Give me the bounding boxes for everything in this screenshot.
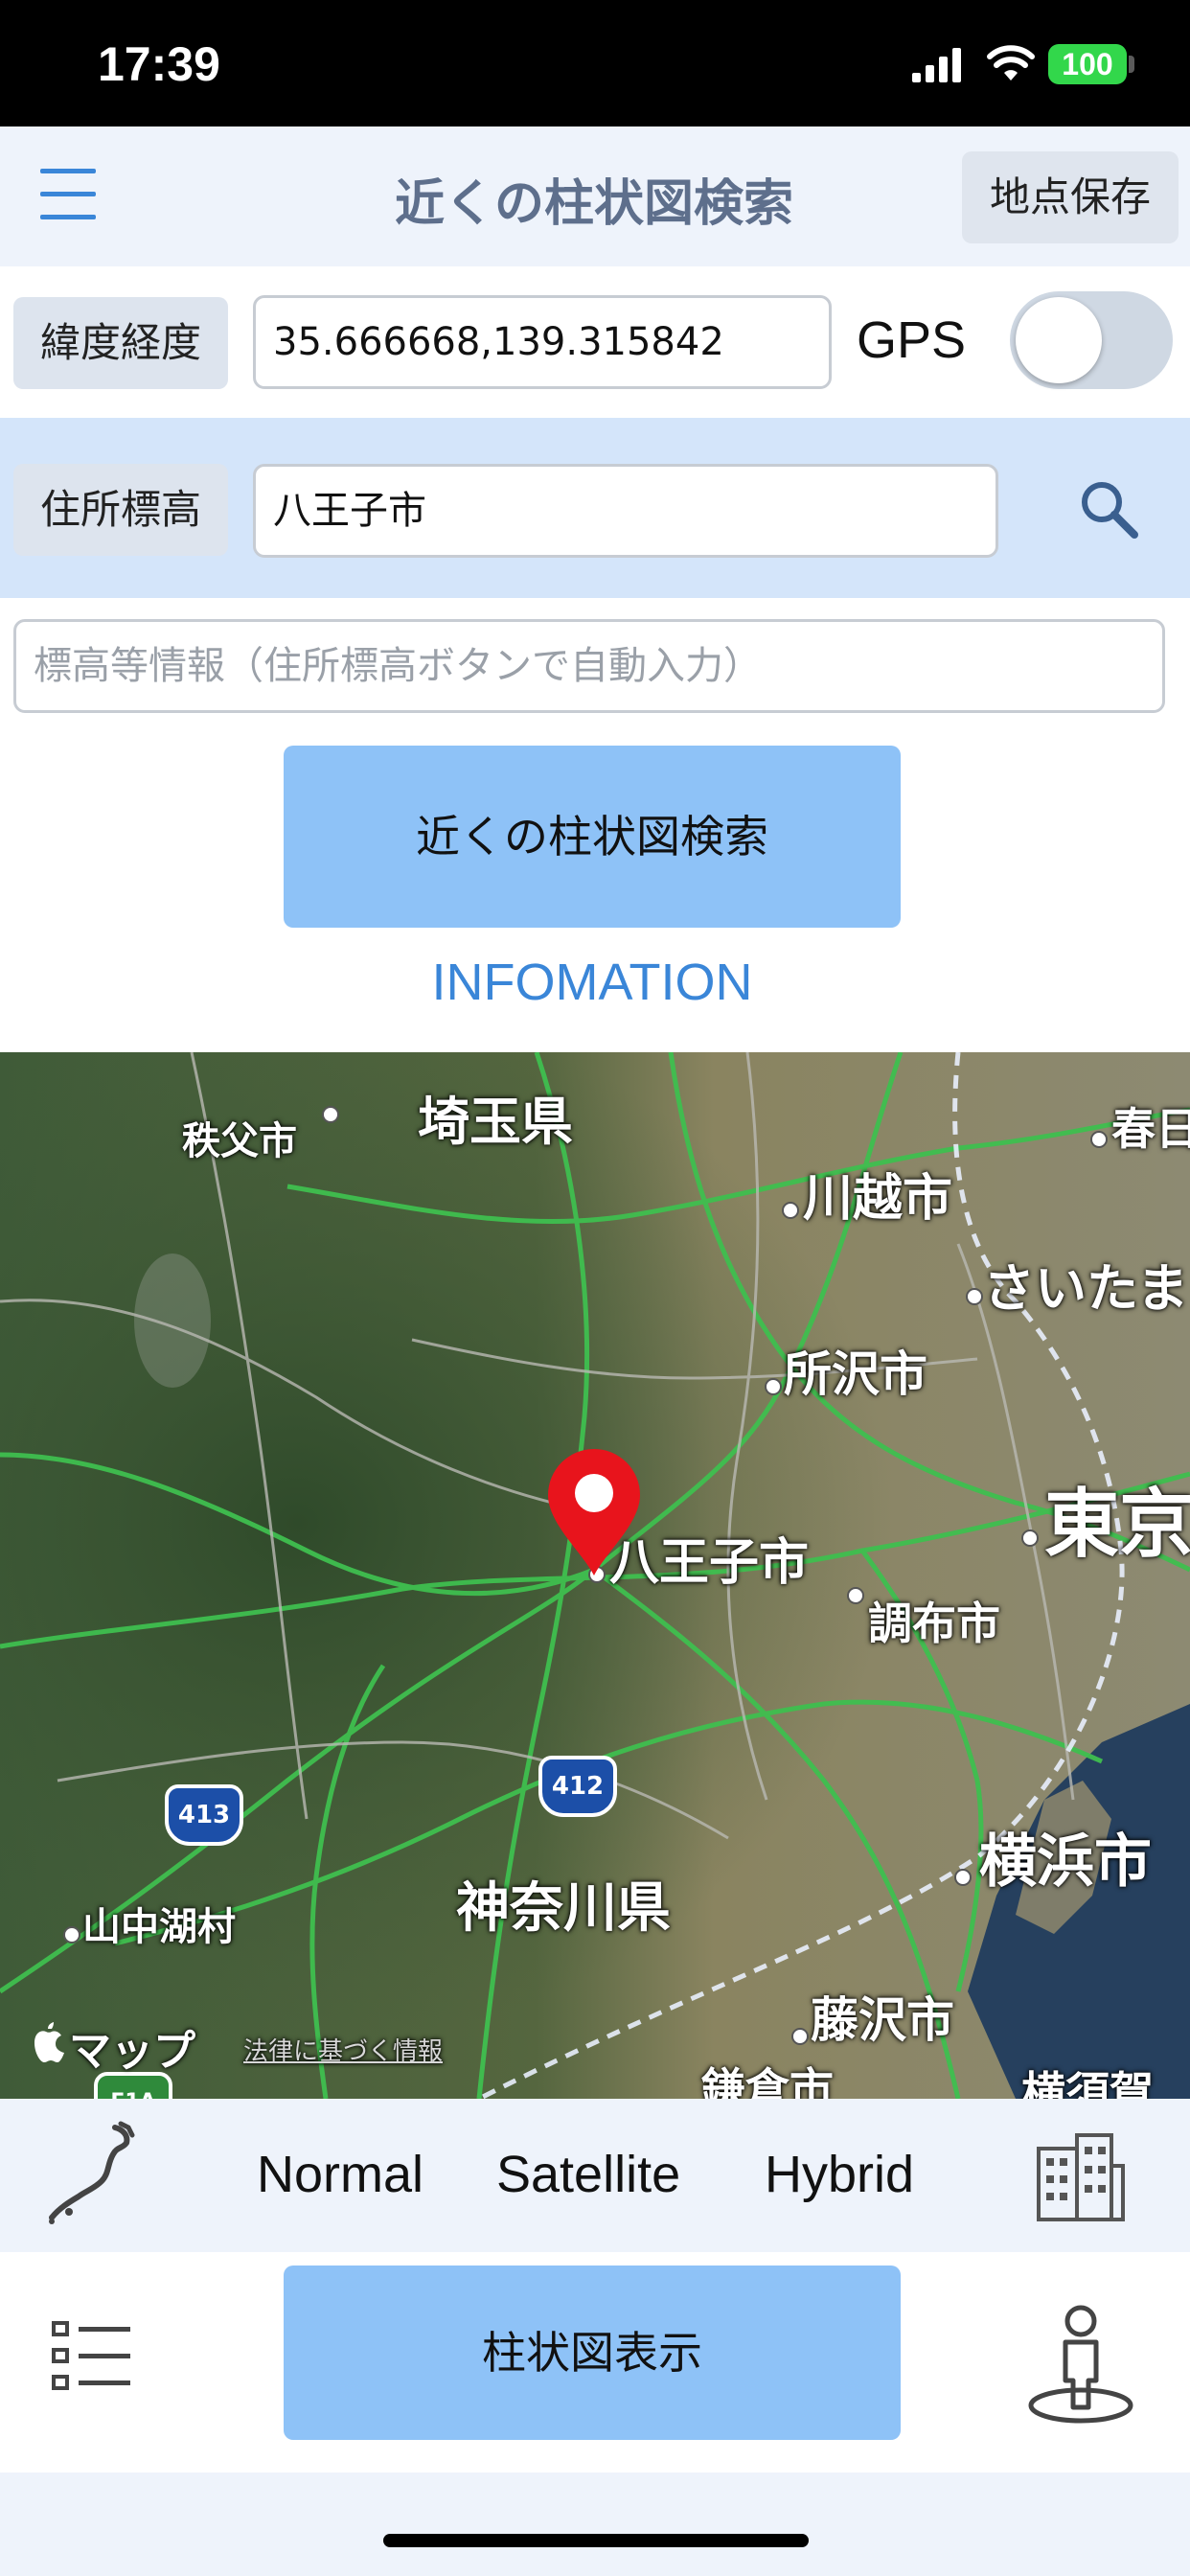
hamburger-menu-icon[interactable] bbox=[40, 165, 96, 222]
battery-icon: 100 bbox=[1048, 44, 1127, 84]
map-type-hybrid[interactable]: Hybrid bbox=[765, 2145, 914, 2204]
map-type-normal[interactable]: Normal bbox=[257, 2145, 423, 2204]
list-icon[interactable] bbox=[52, 2319, 132, 2392]
map-label-kawagoe: 川越市 bbox=[803, 1170, 953, 1228]
address-label[interactable]: 住所標高 bbox=[13, 464, 228, 556]
map-label-kamakura: 鎌倉市 bbox=[701, 2063, 834, 2099]
map-type-satellite[interactable]: Satellite bbox=[496, 2145, 680, 2204]
status-time: 17:39 bbox=[98, 37, 220, 91]
legal-info-link[interactable]: 法律に基づく情報 bbox=[243, 2032, 443, 2067]
city-dot bbox=[782, 1202, 799, 1219]
city-dot bbox=[63, 1926, 80, 1944]
signal-icon bbox=[912, 48, 961, 82]
map-label-saitama-pref: 埼玉県 bbox=[418, 1092, 573, 1152]
map-label-kasukabe: 春日 bbox=[1111, 1103, 1190, 1155]
gps-toggle-knob[interactable] bbox=[1016, 297, 1102, 383]
city-dot bbox=[765, 1378, 782, 1395]
elevation-field[interactable]: 標高等情報（住所標高ボタンで自動入力） bbox=[13, 619, 1165, 713]
city-dot bbox=[966, 1288, 983, 1305]
person-location-icon[interactable] bbox=[1023, 2304, 1138, 2425]
search-nearby-button[interactable]: 近くの柱状図検索 bbox=[284, 746, 901, 928]
gps-label: GPS bbox=[857, 311, 967, 369]
japan-map-icon[interactable] bbox=[40, 2120, 144, 2227]
route-shield-412: 412 bbox=[538, 1756, 617, 1817]
apple-logo-icon bbox=[34, 2022, 64, 2062]
magnifier-icon[interactable] bbox=[1077, 477, 1140, 540]
coordinates-label[interactable]: 緯度経度 bbox=[13, 297, 228, 389]
city-dot bbox=[1090, 1131, 1108, 1148]
wifi-icon bbox=[987, 45, 1035, 80]
map-label-yokohama: 横浜市 bbox=[979, 1828, 1152, 1896]
city-dot bbox=[791, 2028, 809, 2045]
battery-cap bbox=[1129, 56, 1134, 73]
city-dot bbox=[847, 1587, 864, 1604]
city-dot bbox=[322, 1106, 339, 1123]
map-label-fujisawa: 藤沢市 bbox=[811, 1992, 954, 2048]
coordinates-field[interactable]: 35.666668,139.315842 bbox=[253, 295, 832, 389]
map-label-yokosuka: 横須賀 bbox=[1021, 2067, 1154, 2099]
map-label-chichibu: 秩父市 bbox=[182, 1119, 297, 1163]
map-attribution: マップ bbox=[69, 2027, 195, 2076]
map-label-yamanakako: 山中湖村 bbox=[82, 1905, 236, 1949]
page-title: 近くの柱状図検索 bbox=[394, 175, 793, 233]
information-link[interactable]: INFOMATION bbox=[284, 953, 901, 1012]
city-dot bbox=[954, 1869, 972, 1886]
building-icon[interactable] bbox=[1031, 2128, 1127, 2223]
home-indicator-area bbox=[0, 2472, 1190, 2576]
home-indicator[interactable] bbox=[383, 2534, 809, 2547]
map-label-chofu: 調布市 bbox=[868, 1598, 1000, 1649]
save-point-button[interactable]: 地点保存 bbox=[962, 151, 1179, 243]
show-column-chart-button[interactable]: 柱状図表示 bbox=[284, 2266, 901, 2440]
map-label-tokyo: 東京 bbox=[1044, 1482, 1190, 1568]
city-dot bbox=[1021, 1530, 1039, 1547]
map-label-kanagawa-pref: 神奈川県 bbox=[456, 1877, 671, 1940]
location-pin-icon[interactable] bbox=[544, 1447, 644, 1577]
map-label-tokorozawa: 所沢市 bbox=[784, 1346, 927, 1402]
map-view[interactable]: 秩父市 埼玉県 春日 川越市 さいたま 所沢市 東京 八王子市 調布市 横浜市 … bbox=[0, 1052, 1190, 2099]
address-field[interactable]: 八王子市 bbox=[253, 464, 998, 558]
map-label-saitama-city: さいたま bbox=[983, 1258, 1189, 1319]
route-shield-413: 413 bbox=[165, 1784, 243, 1846]
